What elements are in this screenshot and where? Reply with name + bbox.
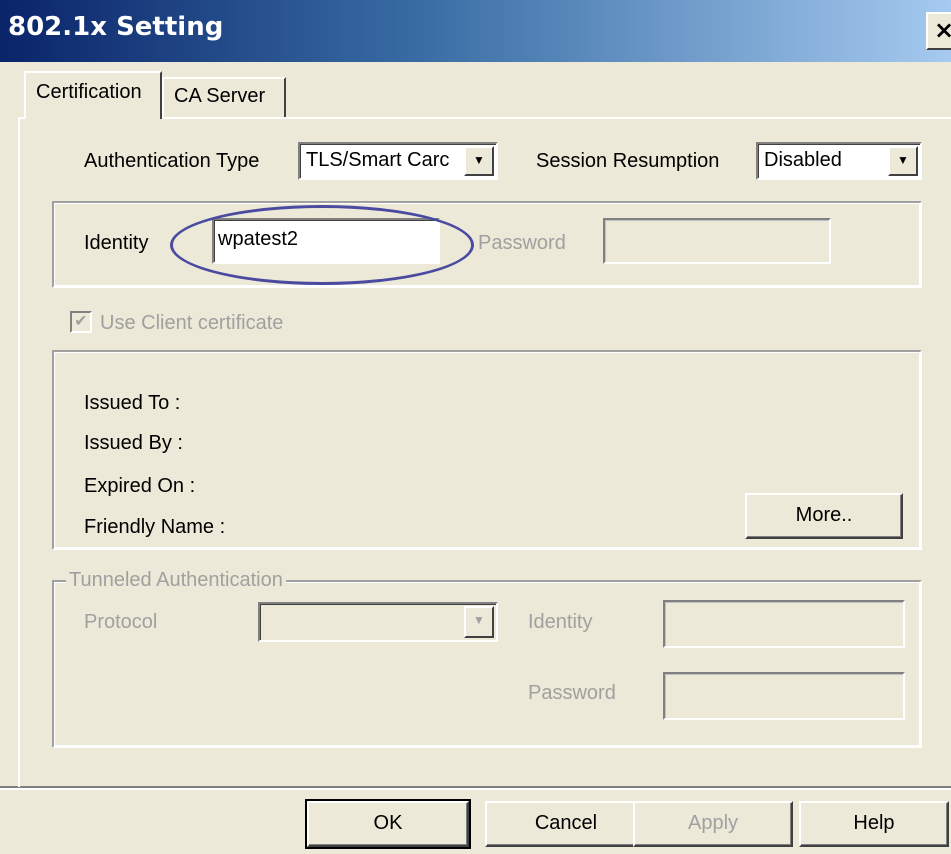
ok-button[interactable]: OK (305, 799, 471, 849)
tunneled-password-field[interactable] (663, 672, 905, 720)
identity-input[interactable]: wpatest2 (212, 218, 440, 264)
expired-on-label: Expired On : (84, 475, 196, 497)
chevron-down-icon[interactable]: ▼ (464, 146, 494, 176)
close-button[interactable]: × (926, 12, 951, 50)
authentication-type-label: Authentication Type (84, 150, 260, 172)
authentication-type-value: TLS/Smart Carc (306, 149, 450, 171)
apply-button[interactable]: Apply (633, 801, 793, 847)
close-icon: × (934, 16, 951, 44)
identity-label: Identity (84, 232, 149, 254)
tab-certification[interactable]: Certification (24, 71, 162, 119)
cancel-button[interactable]: Cancel (485, 801, 647, 847)
tunneled-password-label: Password (528, 682, 616, 704)
help-button[interactable]: Help (799, 801, 949, 847)
session-resumption-label: Session Resumption (536, 150, 720, 172)
tunneled-identity-field[interactable] (663, 600, 905, 648)
checkmark-icon: ✔ (74, 313, 88, 330)
window-title: 802.1x Setting (8, 12, 224, 42)
use-client-certificate-label: Use Client certificate (100, 312, 284, 334)
tunneled-authentication-legend: Tunneled Authentication (66, 569, 286, 592)
issued-to-label: Issued To : (84, 392, 181, 414)
protocol-label: Protocol (84, 611, 158, 633)
tunneled-identity-label: Identity (528, 611, 593, 633)
use-client-certificate-checkbox[interactable]: ✔ (70, 311, 92, 333)
friendly-name-label: Friendly Name : (84, 516, 226, 538)
authentication-type-select[interactable]: TLS/Smart Carc ▼ (298, 142, 498, 180)
session-resumption-select[interactable]: Disabled ▼ (756, 142, 922, 180)
protocol-select[interactable]: ▼ (258, 602, 498, 642)
password-field[interactable] (603, 218, 831, 264)
chevron-down-icon[interactable]: ▼ (888, 146, 918, 176)
session-resumption-value: Disabled (764, 149, 842, 171)
tab-ca-server[interactable]: CA Server (162, 77, 286, 117)
issued-by-label: Issued By : (84, 432, 183, 454)
chevron-down-icon[interactable]: ▼ (464, 606, 494, 638)
identity-value: wpatest2 (218, 228, 299, 250)
password-label: Password (478, 232, 566, 254)
tab-ca-server-label: CA Server (174, 85, 266, 107)
more-button[interactable]: More.. (745, 493, 903, 539)
tab-certification-label: Certification (36, 81, 142, 103)
